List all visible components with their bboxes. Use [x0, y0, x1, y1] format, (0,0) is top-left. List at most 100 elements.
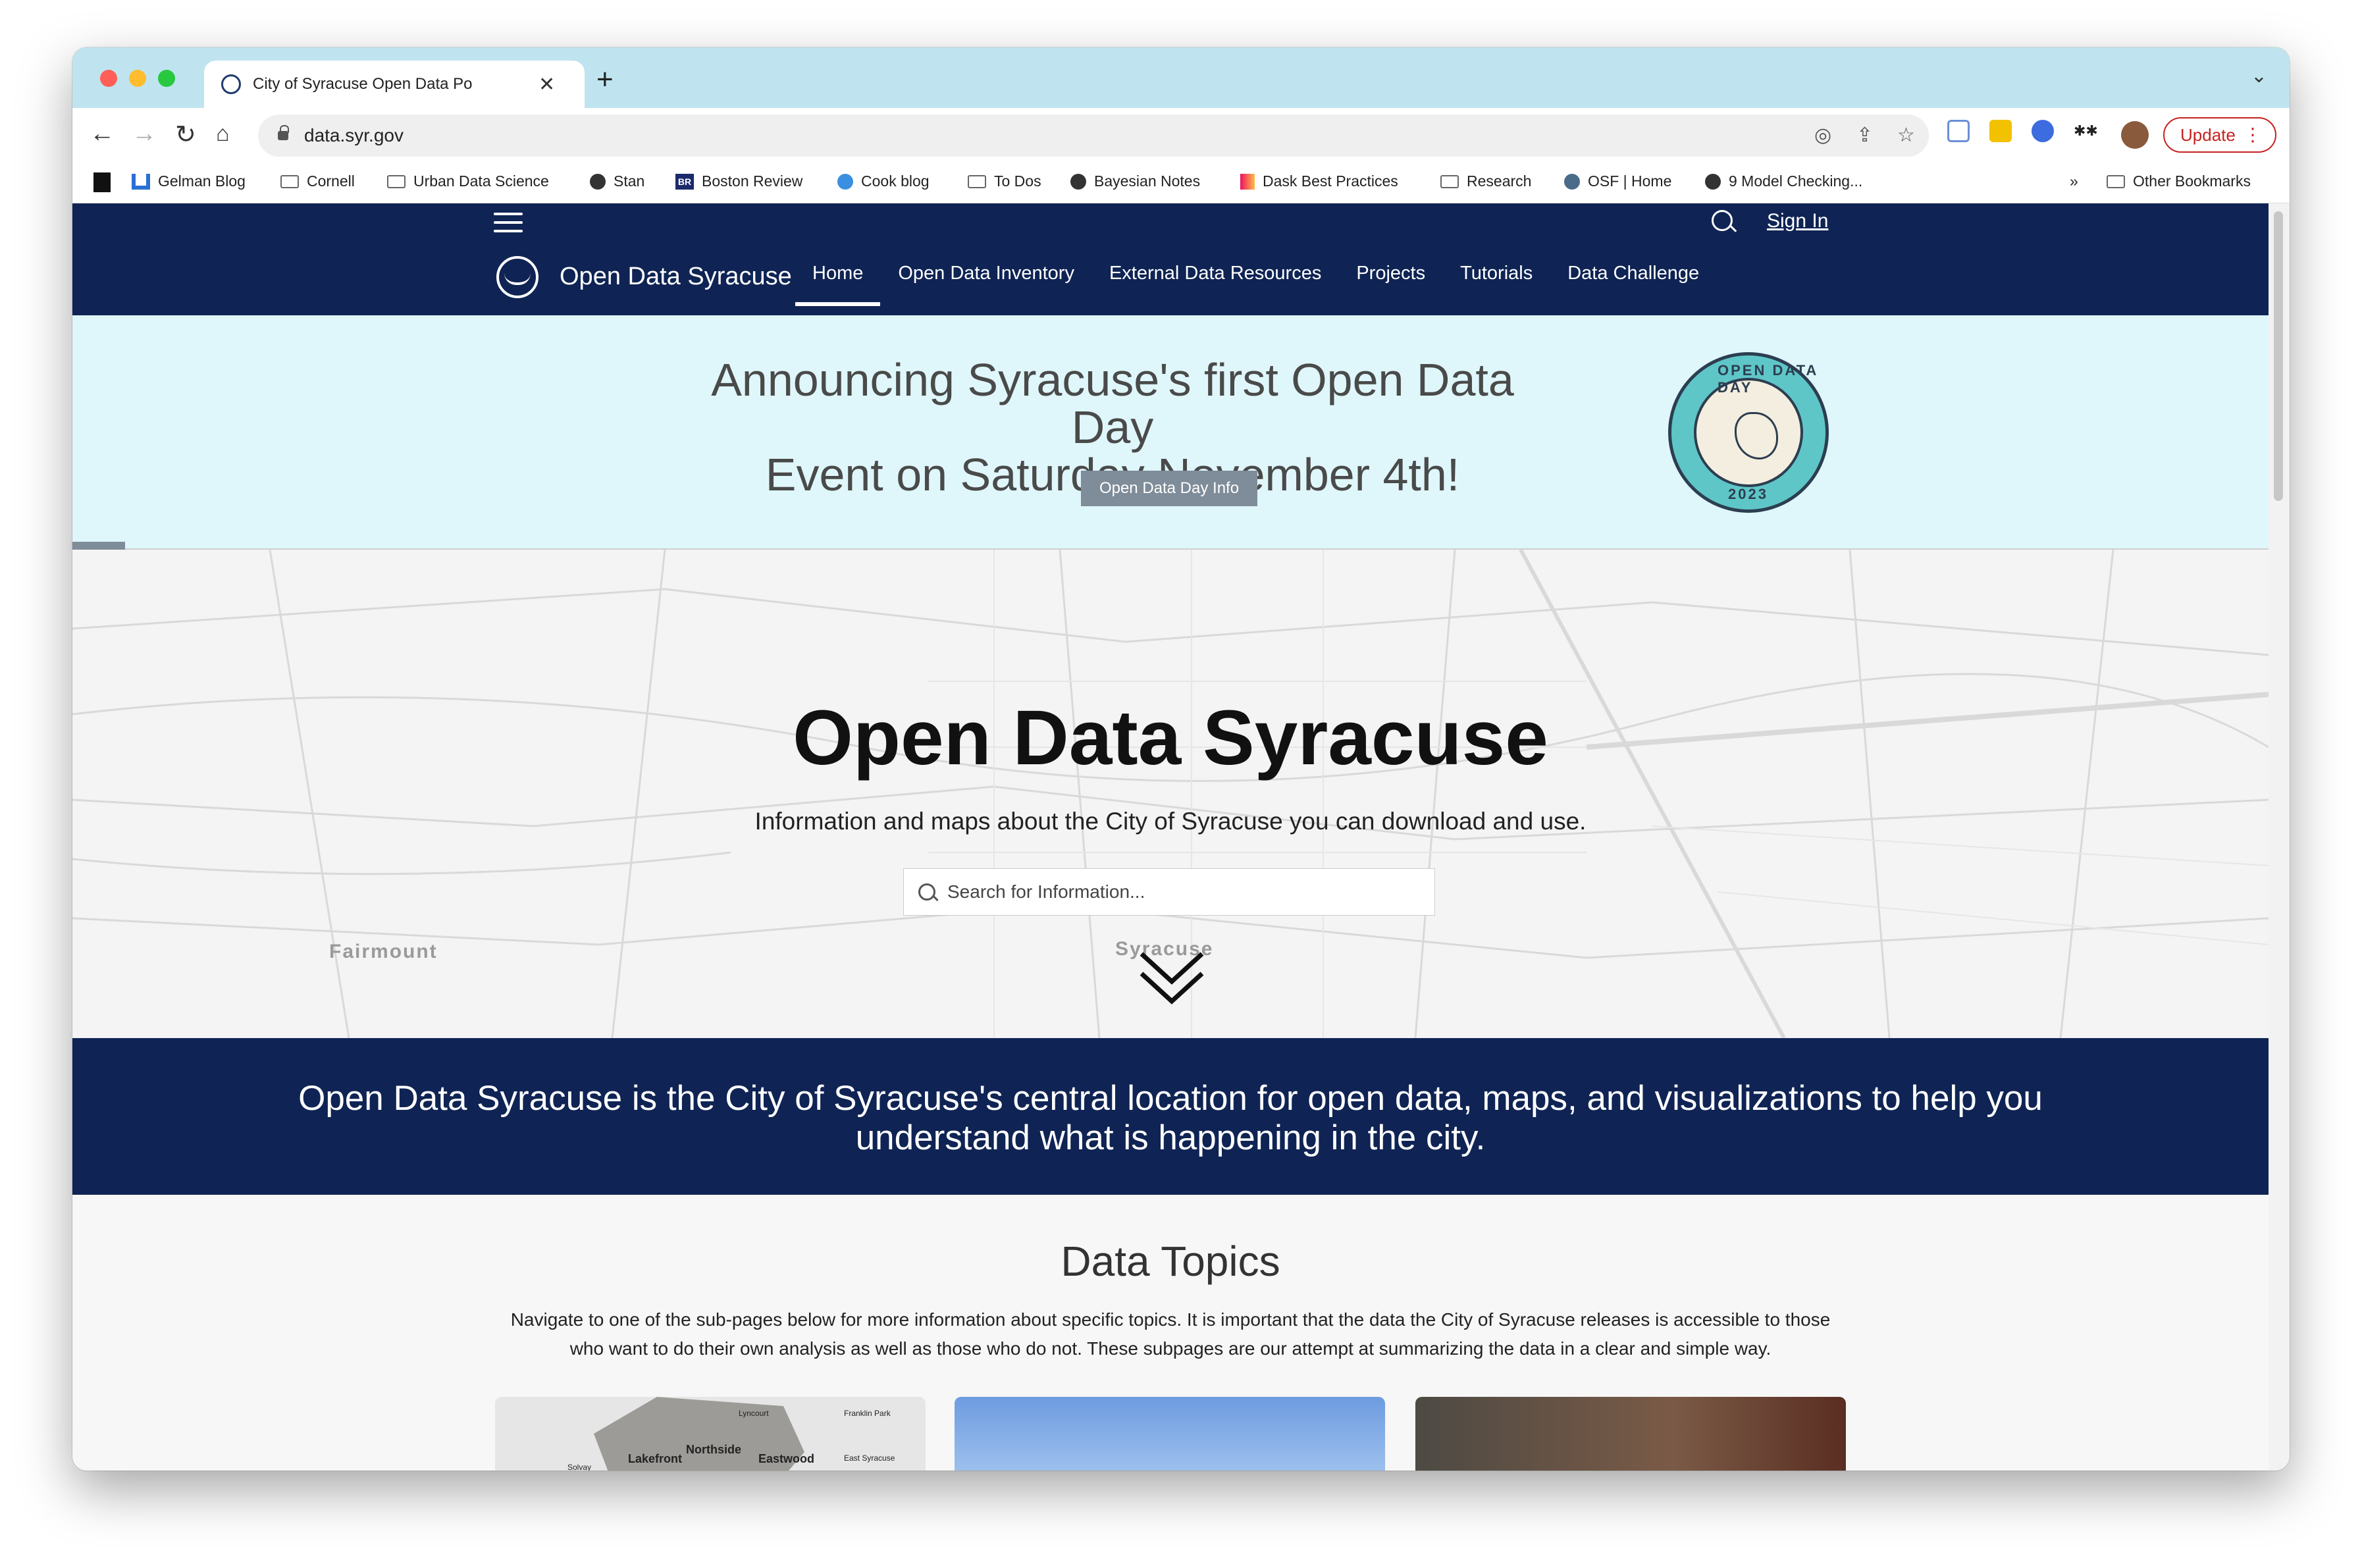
bookmarks-overflow-button[interactable]: » — [2070, 172, 2078, 190]
tab-close-icon[interactable]: ✕ — [538, 73, 555, 96]
bookmark-label: Cornell — [307, 172, 355, 190]
mission-text: Open Data Syracuse is the City of Syracu… — [298, 1079, 2043, 1157]
card-map-label: Solvay — [567, 1463, 592, 1471]
hamburger-menu-icon[interactable] — [494, 213, 523, 238]
bookmark-model-checking[interactable]: 9 Model Checking... — [1705, 172, 1862, 190]
card-map-label: Franklin Park — [844, 1409, 891, 1418]
card-map-label: Lakefront — [628, 1452, 683, 1465]
bookmark-cornell[interactable]: Cornell — [280, 172, 355, 190]
scrollbar-thumb[interactable] — [2274, 211, 2283, 501]
hero-section: Fairmount Syracuse Open Data Syracuse In… — [72, 550, 2269, 1038]
card-map-label: Northside — [686, 1443, 742, 1456]
bookmark-gelman-blog[interactable]: Gelman Blog — [132, 172, 246, 190]
minimize-window-button[interactable] — [129, 70, 146, 87]
tab-search-chevron-icon[interactable]: ⌄ — [2251, 65, 2267, 88]
banner-heading-line1: Announcing Syracuse's first Open Data Da… — [711, 354, 1514, 453]
bookmark-label: Other Bookmarks — [2133, 172, 2251, 190]
hero-search-box[interactable] — [903, 868, 1435, 916]
topic-card-street-photo[interactable] — [1415, 1397, 1846, 1471]
nav-tutorials[interactable]: Tutorials — [1460, 263, 1533, 284]
dask-logo-icon — [1240, 173, 1255, 190]
data-topics-description: Navigate to one of the sub-pages below f… — [510, 1309, 1831, 1359]
bar-chart-icon — [132, 173, 150, 190]
bookmark-star-icon[interactable]: ☆ — [1897, 124, 1915, 147]
docs-extension-icon[interactable] — [1947, 120, 1970, 142]
tab-title: City of Syracuse Open Data Po — [253, 75, 473, 93]
nav-open-data-inventory[interactable]: Open Data Inventory — [898, 263, 1074, 284]
bookmark-k[interactable] — [93, 172, 118, 192]
browser-toolbar: ← → ↻ ⌂ data.syr.gov ◎ ⇪ ☆ ✱✱ Update ⋮ — [72, 108, 2290, 163]
bookmark-label: Cook blog — [861, 172, 930, 190]
open-data-day-info-button[interactable]: Open Data Day Info — [1081, 471, 1257, 506]
globe-icon — [1705, 173, 1721, 190]
tracking-blocked-icon[interactable]: ◎ — [1814, 124, 1831, 147]
forward-arrow-icon[interactable]: → — [132, 120, 157, 148]
stars-extension-icon[interactable]: ✱✱ — [2074, 122, 2098, 145]
site-favicon-icon — [221, 74, 241, 94]
sign-in-link[interactable]: Sign In — [1767, 210, 1828, 232]
bookmark-label: Research — [1467, 172, 1532, 190]
k-logo-icon — [93, 172, 111, 192]
hero-subtitle: Information and maps about the City of S… — [754, 808, 1587, 835]
nav-data-challenge[interactable]: Data Challenge — [1567, 263, 1699, 284]
bookmark-dask-best-practices[interactable]: Dask Best Practices — [1240, 172, 1398, 190]
bookmark-bayesian-notes[interactable]: Bayesian Notes — [1070, 172, 1200, 190]
profile-avatar[interactable] — [2121, 121, 2149, 149]
nav-home[interactable]: Home — [795, 263, 881, 306]
web-page: Sign In Open Data Syracuse Home Open Dat… — [72, 203, 2269, 1471]
bookmark-to-dos[interactable]: To Dos — [968, 172, 1041, 190]
notes-extension-icon[interactable] — [1989, 120, 2012, 142]
city-seal-logo-icon[interactable] — [496, 256, 538, 298]
folder-icon — [387, 174, 406, 188]
reload-icon[interactable]: ↻ — [175, 120, 196, 149]
topic-card-sky-photo[interactable] — [955, 1397, 1385, 1471]
badge-top-text: OPEN DATA DAY — [1718, 362, 1818, 396]
topic-card-neighborhoods[interactable]: Lakefront Northside Eastwood Solvay Lync… — [495, 1397, 926, 1471]
close-window-button[interactable] — [100, 70, 117, 87]
new-tab-button[interactable]: + — [596, 63, 614, 96]
announcement-banner: Announcing Syracuse's first Open Data Da… — [72, 315, 2269, 550]
bookmark-label: To Dos — [994, 172, 1041, 190]
update-button[interactable]: Update ⋮ — [2163, 117, 2276, 153]
map-label-fairmount: Fairmount — [329, 941, 438, 962]
zotero-extension-icon[interactable] — [2032, 120, 2054, 142]
nav-external-data-resources[interactable]: External Data Resources — [1109, 263, 1321, 284]
scroll-down-chevron-icon[interactable] — [1139, 945, 1205, 1010]
tab-active[interactable]: City of Syracuse Open Data Po ✕ — [204, 61, 585, 108]
bookmark-stan[interactable]: Stan — [590, 172, 644, 190]
open-data-day-badge: OPEN DATA DAY 2023 — [1668, 352, 1829, 513]
bookmark-osf-home[interactable]: OSF | Home — [1564, 172, 1671, 190]
bookmark-label: Gelman Blog — [158, 172, 246, 190]
browser-window: City of Syracuse Open Data Po ✕ + ⌄ ← → … — [72, 47, 2290, 1471]
main-nav: Home Open Data Inventory External Data R… — [795, 263, 1734, 306]
bookmark-label: Dask Best Practices — [1263, 172, 1398, 190]
site-title[interactable]: Open Data Syracuse — [560, 263, 792, 291]
home-icon[interactable]: ⌂ — [216, 121, 230, 147]
bookmark-urban-data-science[interactable]: Urban Data Science — [387, 172, 549, 190]
page-scrollbar[interactable] — [2269, 203, 2290, 1471]
share-icon[interactable]: ⇪ — [1856, 124, 1873, 147]
site-header: Sign In Open Data Syracuse Home Open Dat… — [72, 203, 2269, 315]
mission-banner: Open Data Syracuse is the City of Syracu… — [72, 1038, 2269, 1195]
lock-icon — [278, 125, 289, 140]
globe-icon — [1070, 173, 1086, 190]
address-bar[interactable]: data.syr.gov ◎ ⇪ ☆ — [258, 115, 1929, 157]
bookmark-cook-blog[interactable]: Cook blog — [837, 172, 930, 190]
badge-year: 2023 — [1728, 486, 1768, 502]
maximize-window-button[interactable] — [158, 70, 175, 87]
more-menu-icon[interactable]: ⋮ — [2244, 124, 2262, 145]
folder-icon — [2107, 174, 2125, 188]
folder-icon — [280, 174, 299, 188]
search-input[interactable] — [946, 881, 1409, 903]
search-icon[interactable] — [1712, 210, 1733, 231]
card-map-label: Eastwood — [758, 1452, 815, 1465]
bookmark-research[interactable]: Research — [1440, 172, 1531, 190]
nav-projects[interactable]: Projects — [1356, 263, 1425, 284]
br-logo-icon: BR — [675, 173, 694, 190]
bookmark-label: Stan — [614, 172, 645, 190]
folder-icon — [1440, 174, 1459, 188]
update-label: Update — [2180, 124, 2236, 145]
back-arrow-icon[interactable]: ← — [90, 120, 115, 148]
bookmark-other-bookmarks[interactable]: Other Bookmarks — [2107, 172, 2251, 190]
bookmark-boston-review[interactable]: BR Boston Review — [675, 172, 802, 190]
